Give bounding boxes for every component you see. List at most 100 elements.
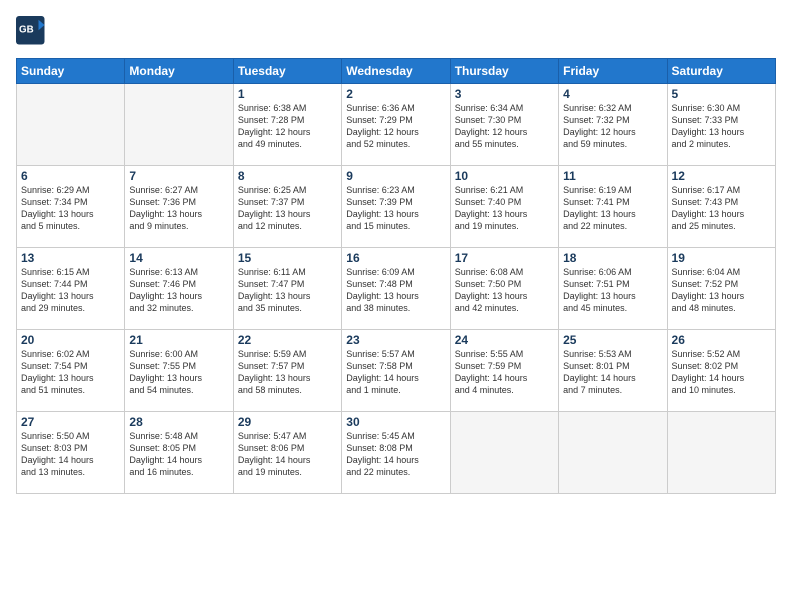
calendar-day-cell — [559, 412, 667, 494]
calendar-day-cell: 7Sunrise: 6:27 AM Sunset: 7:36 PM Daylig… — [125, 166, 233, 248]
day-number: 24 — [455, 333, 554, 347]
calendar-day-cell: 5Sunrise: 6:30 AM Sunset: 7:33 PM Daylig… — [667, 84, 775, 166]
weekday-header: Monday — [125, 59, 233, 84]
calendar-week-row: 1Sunrise: 6:38 AM Sunset: 7:28 PM Daylig… — [17, 84, 776, 166]
day-detail: Sunrise: 6:04 AM Sunset: 7:52 PM Dayligh… — [672, 266, 771, 315]
day-detail: Sunrise: 5:47 AM Sunset: 8:06 PM Dayligh… — [238, 430, 337, 479]
day-number: 15 — [238, 251, 337, 265]
day-detail: Sunrise: 6:00 AM Sunset: 7:55 PM Dayligh… — [129, 348, 228, 397]
weekday-header: Sunday — [17, 59, 125, 84]
calendar-day-cell — [667, 412, 775, 494]
calendar-day-cell: 2Sunrise: 6:36 AM Sunset: 7:29 PM Daylig… — [342, 84, 450, 166]
calendar-day-cell: 30Sunrise: 5:45 AM Sunset: 8:08 PM Dayli… — [342, 412, 450, 494]
calendar-day-cell — [17, 84, 125, 166]
calendar-day-cell: 27Sunrise: 5:50 AM Sunset: 8:03 PM Dayli… — [17, 412, 125, 494]
calendar-day-cell: 3Sunrise: 6:34 AM Sunset: 7:30 PM Daylig… — [450, 84, 558, 166]
day-detail: Sunrise: 6:29 AM Sunset: 7:34 PM Dayligh… — [21, 184, 120, 233]
calendar-day-cell: 4Sunrise: 6:32 AM Sunset: 7:32 PM Daylig… — [559, 84, 667, 166]
day-number: 28 — [129, 415, 228, 429]
weekday-header: Friday — [559, 59, 667, 84]
calendar-week-row: 27Sunrise: 5:50 AM Sunset: 8:03 PM Dayli… — [17, 412, 776, 494]
day-number: 30 — [346, 415, 445, 429]
calendar-day-cell: 10Sunrise: 6:21 AM Sunset: 7:40 PM Dayli… — [450, 166, 558, 248]
day-detail: Sunrise: 6:17 AM Sunset: 7:43 PM Dayligh… — [672, 184, 771, 233]
day-detail: Sunrise: 6:21 AM Sunset: 7:40 PM Dayligh… — [455, 184, 554, 233]
day-detail: Sunrise: 6:38 AM Sunset: 7:28 PM Dayligh… — [238, 102, 337, 151]
day-detail: Sunrise: 6:19 AM Sunset: 7:41 PM Dayligh… — [563, 184, 662, 233]
day-number: 20 — [21, 333, 120, 347]
calendar-week-row: 20Sunrise: 6:02 AM Sunset: 7:54 PM Dayli… — [17, 330, 776, 412]
day-number: 25 — [563, 333, 662, 347]
day-detail: Sunrise: 6:02 AM Sunset: 7:54 PM Dayligh… — [21, 348, 120, 397]
day-detail: Sunrise: 6:32 AM Sunset: 7:32 PM Dayligh… — [563, 102, 662, 151]
day-detail: Sunrise: 5:59 AM Sunset: 7:57 PM Dayligh… — [238, 348, 337, 397]
day-detail: Sunrise: 6:23 AM Sunset: 7:39 PM Dayligh… — [346, 184, 445, 233]
day-detail: Sunrise: 5:48 AM Sunset: 8:05 PM Dayligh… — [129, 430, 228, 479]
logo: GB — [16, 16, 50, 46]
calendar-day-cell — [125, 84, 233, 166]
day-detail: Sunrise: 5:50 AM Sunset: 8:03 PM Dayligh… — [21, 430, 120, 479]
header: GB — [16, 16, 776, 46]
calendar-day-cell: 29Sunrise: 5:47 AM Sunset: 8:06 PM Dayli… — [233, 412, 341, 494]
calendar-day-cell: 23Sunrise: 5:57 AM Sunset: 7:58 PM Dayli… — [342, 330, 450, 412]
calendar-day-cell: 15Sunrise: 6:11 AM Sunset: 7:47 PM Dayli… — [233, 248, 341, 330]
day-number: 6 — [21, 169, 120, 183]
day-number: 5 — [672, 87, 771, 101]
day-detail: Sunrise: 6:27 AM Sunset: 7:36 PM Dayligh… — [129, 184, 228, 233]
logo-icon: GB — [16, 16, 46, 46]
day-number: 16 — [346, 251, 445, 265]
calendar-week-row: 6Sunrise: 6:29 AM Sunset: 7:34 PM Daylig… — [17, 166, 776, 248]
day-number: 21 — [129, 333, 228, 347]
day-detail: Sunrise: 5:57 AM Sunset: 7:58 PM Dayligh… — [346, 348, 445, 397]
day-detail: Sunrise: 6:25 AM Sunset: 7:37 PM Dayligh… — [238, 184, 337, 233]
day-number: 8 — [238, 169, 337, 183]
weekday-header-row: SundayMondayTuesdayWednesdayThursdayFrid… — [17, 59, 776, 84]
calendar-day-cell: 19Sunrise: 6:04 AM Sunset: 7:52 PM Dayli… — [667, 248, 775, 330]
calendar-day-cell: 14Sunrise: 6:13 AM Sunset: 7:46 PM Dayli… — [125, 248, 233, 330]
day-number: 23 — [346, 333, 445, 347]
day-detail: Sunrise: 5:53 AM Sunset: 8:01 PM Dayligh… — [563, 348, 662, 397]
day-number: 12 — [672, 169, 771, 183]
calendar-day-cell: 9Sunrise: 6:23 AM Sunset: 7:39 PM Daylig… — [342, 166, 450, 248]
calendar-day-cell: 24Sunrise: 5:55 AM Sunset: 7:59 PM Dayli… — [450, 330, 558, 412]
calendar-day-cell: 8Sunrise: 6:25 AM Sunset: 7:37 PM Daylig… — [233, 166, 341, 248]
day-detail: Sunrise: 6:06 AM Sunset: 7:51 PM Dayligh… — [563, 266, 662, 315]
calendar-day-cell: 28Sunrise: 5:48 AM Sunset: 8:05 PM Dayli… — [125, 412, 233, 494]
day-detail: Sunrise: 5:55 AM Sunset: 7:59 PM Dayligh… — [455, 348, 554, 397]
weekday-header: Wednesday — [342, 59, 450, 84]
day-number: 1 — [238, 87, 337, 101]
day-detail: Sunrise: 6:15 AM Sunset: 7:44 PM Dayligh… — [21, 266, 120, 315]
calendar-day-cell: 13Sunrise: 6:15 AM Sunset: 7:44 PM Dayli… — [17, 248, 125, 330]
calendar-table: SundayMondayTuesdayWednesdayThursdayFrid… — [16, 58, 776, 494]
calendar-day-cell: 6Sunrise: 6:29 AM Sunset: 7:34 PM Daylig… — [17, 166, 125, 248]
weekday-header: Thursday — [450, 59, 558, 84]
day-number: 9 — [346, 169, 445, 183]
day-detail: Sunrise: 6:36 AM Sunset: 7:29 PM Dayligh… — [346, 102, 445, 151]
day-number: 26 — [672, 333, 771, 347]
calendar-week-row: 13Sunrise: 6:15 AM Sunset: 7:44 PM Dayli… — [17, 248, 776, 330]
calendar-day-cell: 21Sunrise: 6:00 AM Sunset: 7:55 PM Dayli… — [125, 330, 233, 412]
day-detail: Sunrise: 6:09 AM Sunset: 7:48 PM Dayligh… — [346, 266, 445, 315]
calendar-day-cell: 25Sunrise: 5:53 AM Sunset: 8:01 PM Dayli… — [559, 330, 667, 412]
page-container: GB SundayMondayTuesdayWednesdayThursdayF… — [0, 0, 792, 612]
day-number: 10 — [455, 169, 554, 183]
calendar-day-cell: 22Sunrise: 5:59 AM Sunset: 7:57 PM Dayli… — [233, 330, 341, 412]
day-number: 11 — [563, 169, 662, 183]
day-number: 19 — [672, 251, 771, 265]
day-detail: Sunrise: 6:08 AM Sunset: 7:50 PM Dayligh… — [455, 266, 554, 315]
calendar-day-cell: 12Sunrise: 6:17 AM Sunset: 7:43 PM Dayli… — [667, 166, 775, 248]
calendar-day-cell: 26Sunrise: 5:52 AM Sunset: 8:02 PM Dayli… — [667, 330, 775, 412]
day-detail: Sunrise: 6:34 AM Sunset: 7:30 PM Dayligh… — [455, 102, 554, 151]
day-number: 13 — [21, 251, 120, 265]
day-number: 3 — [455, 87, 554, 101]
calendar-day-cell: 20Sunrise: 6:02 AM Sunset: 7:54 PM Dayli… — [17, 330, 125, 412]
svg-text:GB: GB — [19, 25, 34, 36]
day-number: 17 — [455, 251, 554, 265]
calendar-day-cell: 11Sunrise: 6:19 AM Sunset: 7:41 PM Dayli… — [559, 166, 667, 248]
weekday-header: Saturday — [667, 59, 775, 84]
day-detail: Sunrise: 5:45 AM Sunset: 8:08 PM Dayligh… — [346, 430, 445, 479]
day-detail: Sunrise: 6:11 AM Sunset: 7:47 PM Dayligh… — [238, 266, 337, 315]
calendar-day-cell: 1Sunrise: 6:38 AM Sunset: 7:28 PM Daylig… — [233, 84, 341, 166]
day-number: 29 — [238, 415, 337, 429]
day-detail: Sunrise: 6:13 AM Sunset: 7:46 PM Dayligh… — [129, 266, 228, 315]
